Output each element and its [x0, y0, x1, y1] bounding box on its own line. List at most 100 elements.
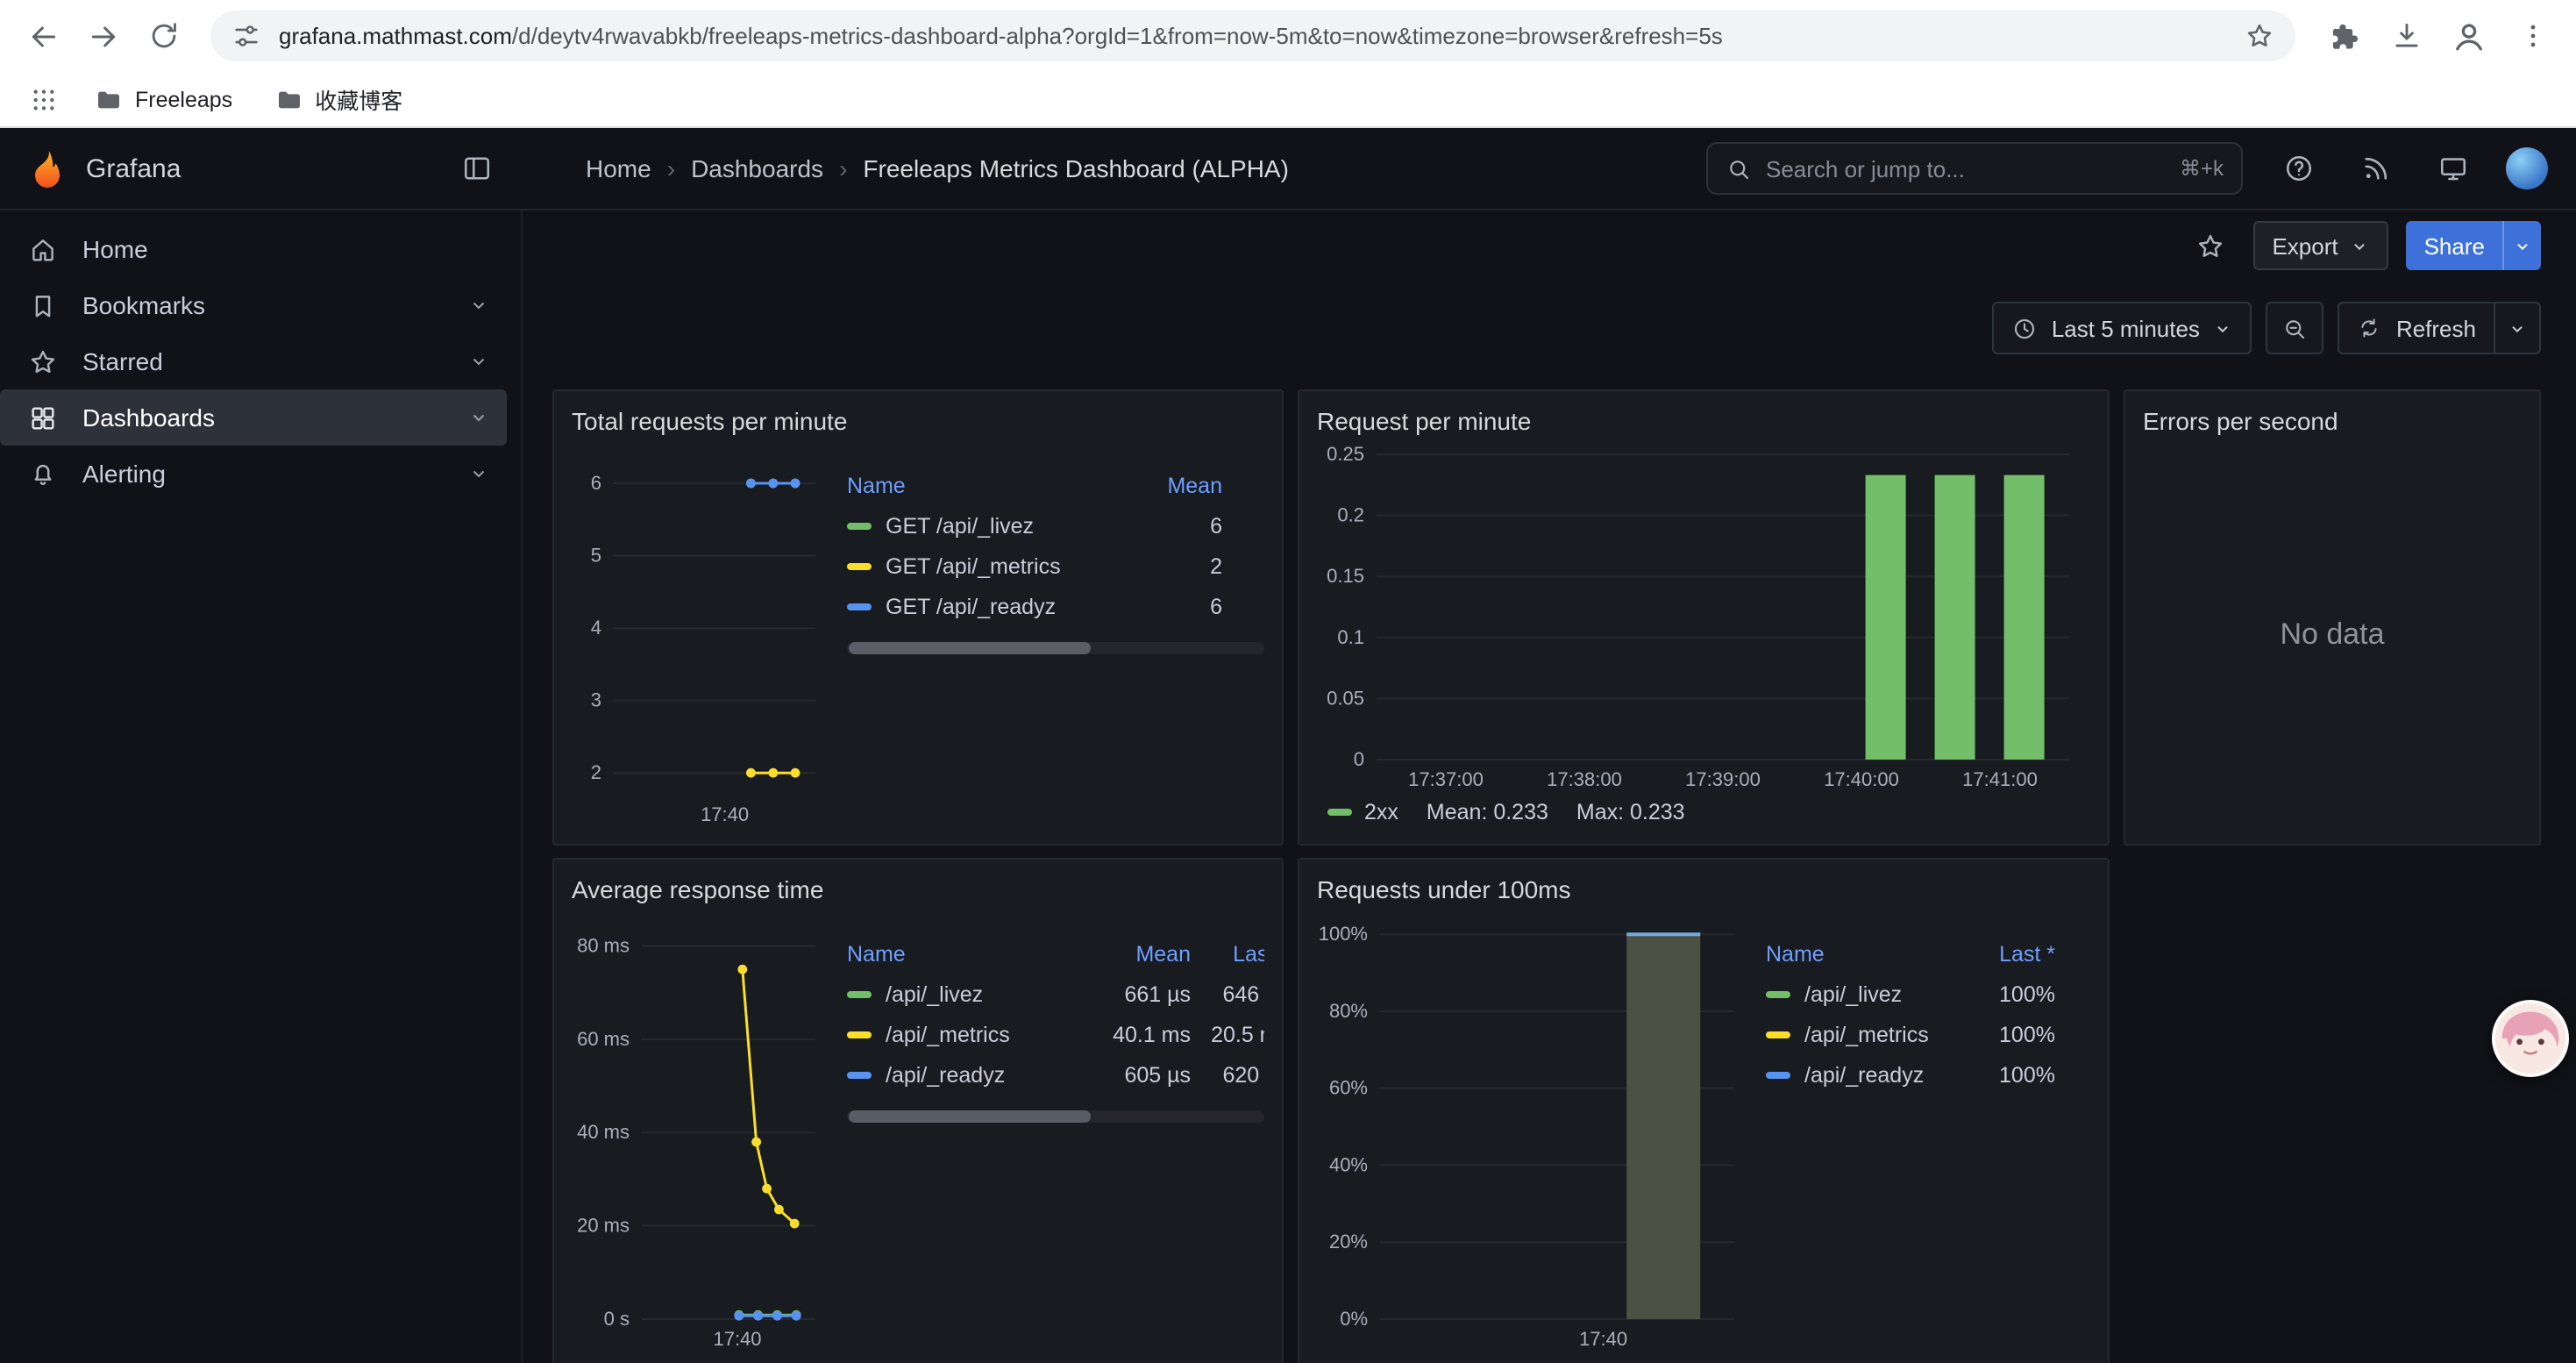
legend-row[interactable]: /api/_metrics100% [1766, 1014, 2090, 1054]
legend-series-name[interactable]: /api/_readyz [847, 1062, 1099, 1087]
chevron-down-icon[interactable] [468, 295, 489, 316]
bookmark-item-freeleaps[interactable]: Freeleaps [81, 80, 246, 118]
floating-avatar[interactable] [2492, 1000, 2569, 1077]
legend-series-name[interactable]: /api/_livez [1766, 981, 1989, 1006]
legend-row[interactable]: /api/_readyz605 µs620 µs [847, 1054, 1264, 1095]
bookmark-star-icon[interactable] [2245, 21, 2274, 51]
news-button[interactable] [2352, 144, 2401, 193]
back-button[interactable] [18, 10, 70, 62]
scrollbar-thumb[interactable] [849, 1110, 1091, 1123]
display-button[interactable] [2429, 144, 2478, 193]
breadcrumb-home[interactable]: Home [586, 154, 651, 182]
sidebar-item-alerting[interactable]: Alerting [0, 446, 507, 502]
legend-header[interactable]: Mean [1159, 473, 1264, 497]
legend-row[interactable]: /api/_metrics40.1 ms20.5 ms [847, 1014, 1264, 1054]
panel-title[interactable]: Total requests per minute [572, 402, 1264, 440]
browser-menu-button[interactable] [2506, 10, 2558, 62]
sidebar-item-dashboards[interactable]: Dashboards [0, 389, 507, 446]
legend-scrollbar[interactable] [847, 1110, 1264, 1123]
panel-title[interactable]: Requests under 100ms [1317, 870, 2090, 909]
average-response-time-chart[interactable]: 0 s20 ms40 ms60 ms80 ms17:40 [572, 909, 829, 1354]
legend-header[interactable]: Last * [1989, 941, 2090, 966]
legend-value: 6 [1159, 594, 1264, 618]
legend-row[interactable]: /api/_livez661 µs646 µs [847, 974, 1264, 1014]
legend-mean: Mean: 0.233 [1427, 800, 1548, 824]
series-swatch [847, 1071, 872, 1078]
user-avatar[interactable] [2506, 147, 2548, 189]
requests-under-100ms-chart[interactable]: 0%20%40%60%80%100%17:40 [1317, 909, 1748, 1354]
share-button[interactable]: Share [2407, 221, 2502, 270]
zoom-out-button[interactable] [2266, 302, 2324, 354]
chevron-down-icon[interactable] [468, 351, 489, 372]
legend-header[interactable]: Last * [1191, 941, 1264, 966]
legend-series-name[interactable]: GET /api/_readyz [847, 594, 1159, 618]
dashboard-main: Export Share Last [523, 211, 2576, 1363]
legend-header[interactable]: Name [1766, 941, 1989, 966]
legend-value: 646 µs [1191, 981, 1264, 1006]
grafana-logo[interactable] [26, 147, 68, 189]
bookmark-item-blogs[interactable]: 收藏博客 [260, 77, 416, 121]
refresh-button[interactable]: Refresh [2338, 302, 2495, 354]
legend-header[interactable]: Name [847, 941, 1099, 966]
url-bar[interactable]: grafana.mathmast.com/d/deytv4rwavabkb/fr… [210, 11, 2295, 61]
sidebar-item-bookmarks[interactable]: Bookmarks [0, 277, 507, 333]
total-requests-chart[interactable]: 2345617:40 [572, 440, 829, 830]
legend-series-name[interactable]: /api/_livez [847, 981, 1099, 1006]
legend-row[interactable]: GET /api/_readyz6 [847, 586, 1264, 626]
clock-icon [2011, 315, 2038, 341]
legend-row[interactable]: GET /api/_metrics2 [847, 546, 1264, 586]
site-settings-icon[interactable] [231, 21, 261, 51]
breadcrumb-dashboards[interactable]: Dashboards [691, 154, 823, 182]
request-per-minute-chart[interactable]: 00.050.10.150.20.2517:37:0017:38:0017:39… [1317, 440, 2090, 795]
legend-row[interactable]: /api/_readyz100% [1766, 1054, 2090, 1095]
legend-series-name[interactable]: GET /api/_livez [847, 513, 1159, 538]
legend-series-name[interactable]: /api/_metrics [847, 1022, 1099, 1046]
svg-text:3: 3 [591, 689, 601, 711]
legend-scrollbar[interactable] [847, 642, 1264, 654]
legend: NameLast */api/_livez100%/api/_metrics10… [1766, 933, 2090, 1354]
sidebar-item-starred[interactable]: Starred [0, 333, 507, 389]
panel-row-1: Total requests per minute 2345617:40 Nam… [552, 389, 2541, 846]
reload-button[interactable] [137, 10, 189, 62]
search-shortcut: ⌘+k [2180, 156, 2224, 181]
screen: grafana.mathmast.com/d/deytv4rwavabkb/fr… [0, 0, 2576, 1363]
chevron-down-icon[interactable] [468, 463, 489, 484]
sidebar-item-label: Alerting [82, 460, 444, 488]
legend-series[interactable]: 2xx [1327, 800, 1398, 824]
scrollbar-thumb[interactable] [849, 642, 1091, 654]
legend-value: 100% [1989, 981, 2090, 1006]
refresh-interval-button[interactable] [2495, 302, 2541, 354]
sidebar-toggle-button[interactable] [452, 144, 502, 193]
svg-text:60%: 60% [1329, 1077, 1368, 1099]
legend-series-name[interactable]: /api/_metrics [1766, 1022, 1989, 1046]
legend-series-name[interactable]: GET /api/_metrics [847, 553, 1159, 578]
extensions-button[interactable] [2316, 10, 2369, 62]
sidebar-item-home[interactable]: Home [0, 221, 507, 277]
legend-header[interactable]: Mean [1099, 941, 1191, 966]
share-menu-button[interactable] [2502, 221, 2541, 270]
breadcrumb: Home › Dashboards › Freeleaps Metrics Da… [586, 154, 1289, 182]
search-input[interactable] [1766, 155, 2166, 182]
apps-button[interactable] [21, 76, 67, 122]
help-button[interactable] [2274, 144, 2323, 193]
downloads-button[interactable] [2380, 10, 2432, 62]
panel-title[interactable]: Average response time [572, 870, 1264, 909]
star-icon [2195, 231, 2225, 260]
forward-button[interactable] [77, 10, 130, 62]
export-button[interactable]: Export [2252, 221, 2388, 270]
legend-table: NameLast */api/_livez100%/api/_metrics10… [1766, 933, 2090, 1095]
legend-header[interactable]: Name [847, 473, 1159, 497]
favorite-dashboard-button[interactable] [2186, 221, 2235, 270]
panel-title[interactable]: Errors per second [2143, 402, 2522, 440]
chevron-down-icon [2351, 236, 2370, 255]
chevron-down-icon[interactable] [468, 407, 489, 428]
sidebar-item-label: Dashboards [82, 403, 444, 432]
legend-row[interactable]: GET /api/_livez6 [847, 505, 1264, 546]
monitor-icon [2437, 153, 2469, 184]
legend-series-name[interactable]: /api/_readyz [1766, 1062, 1989, 1087]
search-box[interactable]: ⌘+k [1706, 142, 2243, 195]
panel-title[interactable]: Request per minute [1317, 402, 2090, 440]
time-range-picker[interactable]: Last 5 minutes [1992, 302, 2252, 354]
profile-button[interactable] [2443, 10, 2495, 62]
legend-row[interactable]: /api/_livez100% [1766, 974, 2090, 1014]
